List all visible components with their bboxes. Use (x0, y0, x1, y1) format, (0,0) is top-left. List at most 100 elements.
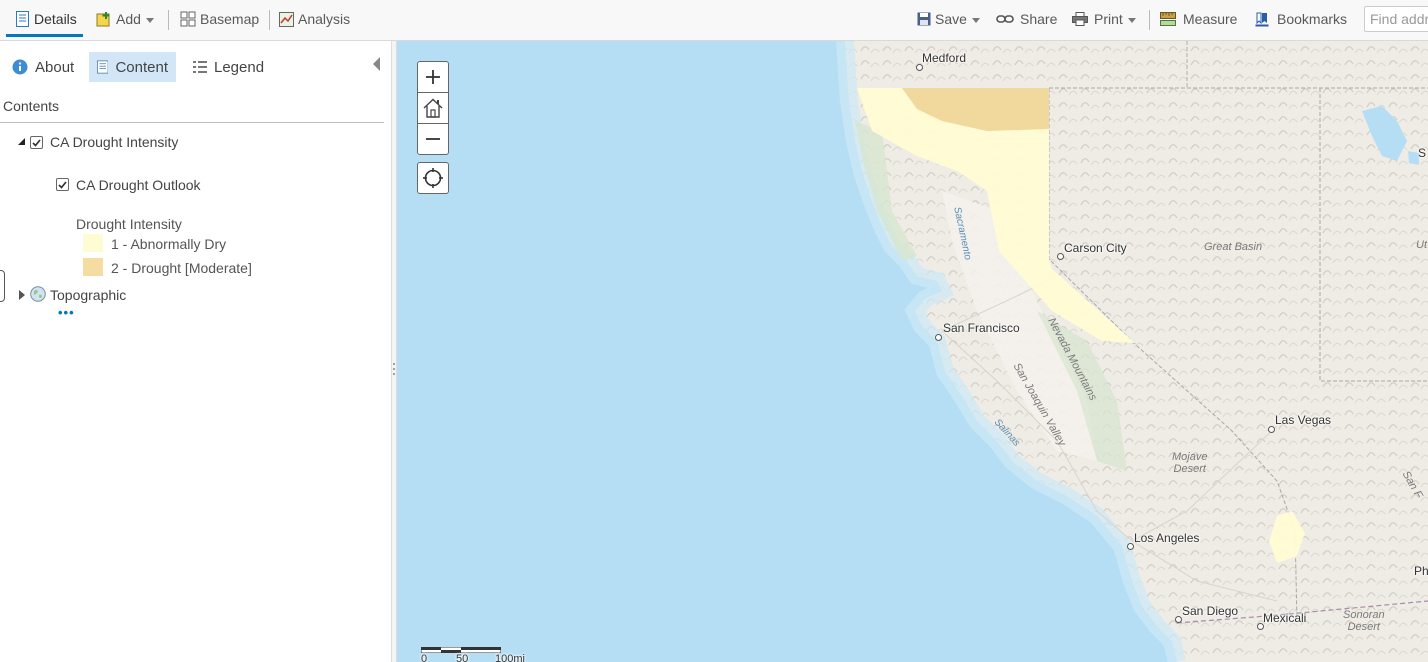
ruler-icon (1160, 12, 1176, 26)
toolbar-divider (1149, 10, 1150, 30)
active-tab-indicator (6, 34, 83, 37)
city-label: Mexicali (1263, 611, 1307, 625)
bookmark-icon (1255, 12, 1269, 26)
sidebar-panel: About Content Legend Contents CA Drought… (0, 41, 391, 662)
home-icon (423, 98, 443, 118)
details-icon (16, 11, 29, 27)
default-extent-button[interactable] (417, 92, 449, 124)
city-label: San Diego (1182, 604, 1239, 618)
basemap-label: Basemap (200, 11, 260, 27)
collapse-layer-icon[interactable] (18, 138, 25, 145)
details-label: Details (34, 11, 77, 27)
scale-label: 100mi (495, 653, 525, 662)
city-marker (1057, 253, 1064, 260)
basemap-layer-name[interactable]: Topographic (50, 287, 126, 303)
scale-label: 50 (456, 653, 469, 662)
content-list-icon (97, 60, 109, 74)
region-label: Mojave Desert (1172, 451, 1207, 475)
contents-heading: Contents (3, 98, 60, 114)
save-label: Save (935, 11, 967, 27)
region-label: Great Basin (1204, 241, 1263, 253)
city-label: Medford (922, 51, 967, 65)
edge-label: Ut (1416, 239, 1427, 251)
region-label-line: Desert (1173, 463, 1206, 475)
region-label-line: Desert (1347, 621, 1380, 633)
plus-icon (426, 70, 440, 84)
layer-name[interactable]: CA Drought Intensity (50, 134, 178, 150)
measure-button[interactable]: Measure (1160, 0, 1237, 38)
scale-bar: 0 50 100mi (421, 647, 525, 662)
scale-label: 0 (421, 653, 428, 662)
checkmark-icon (58, 180, 67, 189)
bookmarks-label: Bookmarks (1277, 11, 1348, 27)
toolbar-divider (269, 10, 270, 30)
save-button[interactable]: Save (917, 0, 980, 38)
basemap-graphic (836, 41, 1428, 662)
city-label: Las Vegas (1275, 413, 1332, 427)
tab-about-label: About (35, 58, 75, 76)
region-label-line: Mojave (1172, 451, 1208, 463)
tab-content-label: Content (115, 58, 168, 76)
region-label-line: Sonoran (1343, 609, 1385, 621)
grip-dot (393, 363, 395, 365)
edge-label: Ph (1414, 564, 1428, 578)
info-icon (12, 59, 28, 75)
legend-list-icon (193, 61, 207, 73)
add-layer-icon (96, 12, 110, 27)
crosshair-icon (423, 168, 443, 188)
grip-dot (393, 368, 395, 370)
analysis-map-icon (279, 11, 294, 27)
city-marker (1268, 426, 1275, 433)
edge-label: S (1418, 146, 1427, 160)
top-toolbar: Details Add Basemap Analysis Save Share … (0, 0, 1428, 41)
globe-icon (30, 286, 46, 302)
bookmarks-button[interactable]: Bookmarks (1255, 0, 1347, 38)
city-label: San Francisco (943, 321, 1020, 335)
expand-layer-icon[interactable] (19, 290, 25, 300)
sublayer-name[interactable]: CA Drought Outlook (76, 177, 201, 193)
legend-swatch (83, 258, 103, 276)
legend-title: Drought Intensity (76, 216, 182, 232)
share-label: Share (1020, 11, 1058, 27)
analysis-label: Analysis (298, 11, 351, 27)
city-marker (1175, 616, 1182, 623)
sublayer-visibility-checkbox[interactable] (56, 178, 69, 191)
chevron-down-icon (971, 17, 980, 23)
zoom-out-button[interactable] (417, 123, 449, 155)
region-label: Sonoran Desert (1343, 609, 1385, 633)
details-button[interactable]: Details (15, 0, 77, 38)
share-button[interactable]: Share (996, 0, 1057, 38)
map-view[interactable]: Great Basin Nevada Mountains San Joaquin… (397, 41, 1428, 662)
save-icon (917, 12, 931, 26)
zoom-in-button[interactable] (417, 61, 449, 93)
locate-button[interactable] (417, 162, 449, 194)
printer-icon (1072, 12, 1088, 26)
collapse-panel-icon[interactable] (373, 57, 380, 71)
grip-dot (393, 373, 395, 375)
tab-legend[interactable]: Legend (185, 52, 272, 82)
basemap-button[interactable]: Basemap (180, 0, 259, 38)
tab-content[interactable]: Content (89, 52, 176, 82)
link-icon (996, 15, 1014, 23)
add-button[interactable]: Add (96, 0, 154, 38)
legend-swatch (83, 234, 103, 252)
print-button[interactable]: Print (1072, 0, 1136, 38)
tab-about[interactable]: About (4, 52, 82, 82)
panel-edge-handle[interactable] (0, 270, 5, 302)
search-input[interactable] (1364, 6, 1428, 32)
analysis-button[interactable]: Analysis (279, 0, 350, 38)
chevron-down-icon (1127, 17, 1136, 23)
city-label: Los Angeles (1134, 531, 1200, 545)
toolbar-divider (168, 10, 169, 30)
legend-item-label: 1 - Abnormally Dry (111, 236, 227, 252)
chevron-down-icon (145, 17, 154, 23)
tab-legend-label: Legend (214, 58, 265, 76)
add-label: Add (116, 11, 141, 27)
layer-visibility-checkbox[interactable] (30, 136, 43, 149)
checkmark-icon (32, 138, 41, 147)
city-marker (1127, 543, 1134, 550)
more-options-icon[interactable]: ••• (58, 306, 75, 319)
print-label: Print (1094, 11, 1123, 27)
city-marker (916, 64, 923, 71)
city-label: Carson City (1064, 241, 1127, 255)
